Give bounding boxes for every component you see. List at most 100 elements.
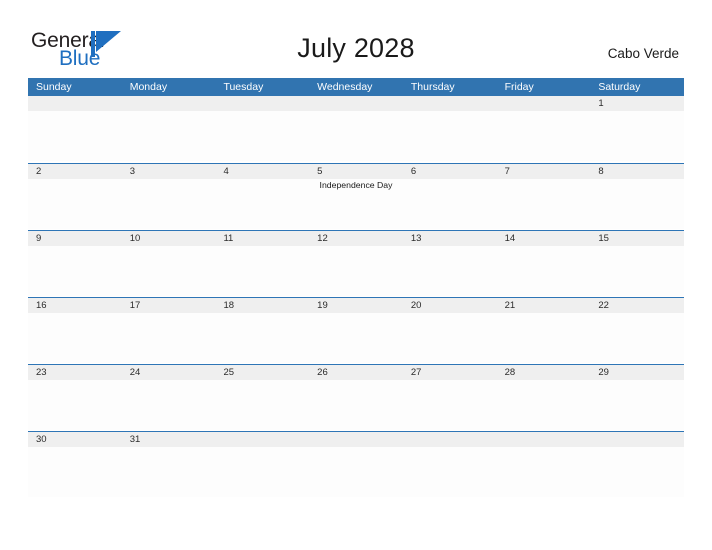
day-number[interactable] xyxy=(403,96,497,111)
day-cell[interactable] xyxy=(590,246,684,296)
day-cell[interactable] xyxy=(497,313,591,363)
day-cell[interactable] xyxy=(215,179,309,229)
day-cell[interactable] xyxy=(215,111,309,161)
day-number[interactable]: 15 xyxy=(590,231,684,246)
day-cell[interactable] xyxy=(215,380,309,430)
day-cell[interactable] xyxy=(28,111,122,161)
page-title: July 2028 xyxy=(297,33,415,63)
week-day-body-band xyxy=(28,447,684,497)
day-number[interactable]: 5 xyxy=(309,164,403,179)
day-number[interactable]: 30 xyxy=(28,432,122,447)
weekday-header-wednesday: Wednesday xyxy=(317,81,373,93)
day-number[interactable]: 24 xyxy=(122,365,216,380)
day-event-label: Independence Day xyxy=(319,180,393,190)
day-number[interactable] xyxy=(497,96,591,111)
day-cell[interactable] xyxy=(215,246,309,296)
day-cell[interactable] xyxy=(403,447,497,497)
day-number[interactable]: 3 xyxy=(122,164,216,179)
week-row: 2 3 4 5 6 7 8 Independence Day xyxy=(28,163,684,230)
week-day-number-band: 23 24 25 26 27 28 29 xyxy=(28,365,684,380)
day-number[interactable] xyxy=(309,432,403,447)
day-number[interactable] xyxy=(403,432,497,447)
day-number[interactable]: 16 xyxy=(28,298,122,313)
day-cell[interactable] xyxy=(28,179,122,229)
day-cell[interactable] xyxy=(590,179,684,229)
day-cell[interactable] xyxy=(28,313,122,363)
day-cell[interactable] xyxy=(403,313,497,363)
day-number[interactable] xyxy=(215,96,309,111)
day-number[interactable]: 2 xyxy=(28,164,122,179)
day-cell[interactable] xyxy=(309,246,403,296)
day-number[interactable] xyxy=(122,96,216,111)
day-cell[interactable] xyxy=(215,447,309,497)
day-cell[interactable] xyxy=(403,111,497,161)
day-number[interactable]: 23 xyxy=(28,365,122,380)
day-number[interactable]: 31 xyxy=(122,432,216,447)
day-cell[interactable] xyxy=(590,313,684,363)
day-cell[interactable] xyxy=(497,111,591,161)
day-number[interactable]: 6 xyxy=(403,164,497,179)
day-number[interactable]: 11 xyxy=(215,231,309,246)
day-number[interactable]: 12 xyxy=(309,231,403,246)
day-cell[interactable] xyxy=(122,111,216,161)
day-cell[interactable] xyxy=(590,380,684,430)
day-cell[interactable] xyxy=(309,380,403,430)
day-number[interactable]: 8 xyxy=(590,164,684,179)
day-cell[interactable] xyxy=(309,447,403,497)
day-number[interactable]: 18 xyxy=(215,298,309,313)
day-cell[interactable] xyxy=(590,447,684,497)
day-cell[interactable] xyxy=(497,179,591,229)
weekday-header-row: Sunday Monday Tuesday Wednesday Thursday… xyxy=(28,78,684,96)
day-cell[interactable] xyxy=(309,111,403,161)
day-number[interactable]: 29 xyxy=(590,365,684,380)
day-number[interactable]: 22 xyxy=(590,298,684,313)
day-number[interactable]: 13 xyxy=(403,231,497,246)
weekday-header-friday: Friday xyxy=(504,81,534,93)
week-day-body-band xyxy=(28,111,684,161)
day-number[interactable] xyxy=(28,96,122,111)
day-cell[interactable] xyxy=(215,313,309,363)
day-number[interactable]: 20 xyxy=(403,298,497,313)
day-cell[interactable] xyxy=(497,447,591,497)
day-number[interactable]: 25 xyxy=(215,365,309,380)
day-number[interactable] xyxy=(215,432,309,447)
weekday-header-saturday: Saturday xyxy=(598,81,641,93)
day-number[interactable] xyxy=(590,432,684,447)
day-number[interactable] xyxy=(309,96,403,111)
day-number[interactable]: 10 xyxy=(122,231,216,246)
day-cell[interactable] xyxy=(403,246,497,296)
week-day-number-band: 30 31 xyxy=(28,432,684,447)
weekday-header-monday: Monday xyxy=(129,81,168,93)
day-cell[interactable] xyxy=(309,313,403,363)
day-cell[interactable] xyxy=(122,246,216,296)
day-number[interactable]: 19 xyxy=(309,298,403,313)
day-cell[interactable] xyxy=(28,447,122,497)
weekday-header-thursday: Thursday xyxy=(410,81,455,93)
day-number[interactable]: 21 xyxy=(497,298,591,313)
day-cell-holiday[interactable]: Independence Day xyxy=(309,179,403,229)
day-cell[interactable] xyxy=(28,246,122,296)
day-cell[interactable] xyxy=(403,380,497,430)
day-cell[interactable] xyxy=(497,380,591,430)
day-cell[interactable] xyxy=(122,179,216,229)
day-number[interactable]: 7 xyxy=(497,164,591,179)
day-number[interactable]: 9 xyxy=(28,231,122,246)
day-number[interactable]: 17 xyxy=(122,298,216,313)
day-number[interactable] xyxy=(497,432,591,447)
week-day-number-band: 9 10 11 12 13 14 15 xyxy=(28,231,684,246)
weekday-header-tuesday: Tuesday xyxy=(223,81,264,93)
day-cell[interactable] xyxy=(403,179,497,229)
day-cell[interactable] xyxy=(122,380,216,430)
page-header: General Blue July 2028 Cabo Verde xyxy=(0,0,712,76)
day-cell[interactable] xyxy=(590,111,684,161)
day-cell[interactable] xyxy=(122,313,216,363)
day-cell[interactable] xyxy=(497,246,591,296)
day-number[interactable]: 28 xyxy=(497,365,591,380)
day-number[interactable]: 14 xyxy=(497,231,591,246)
day-number[interactable]: 26 xyxy=(309,365,403,380)
day-cell[interactable] xyxy=(122,447,216,497)
day-number[interactable]: 4 xyxy=(215,164,309,179)
day-cell[interactable] xyxy=(28,380,122,430)
day-number[interactable]: 1 xyxy=(590,96,684,111)
day-number[interactable]: 27 xyxy=(403,365,497,380)
